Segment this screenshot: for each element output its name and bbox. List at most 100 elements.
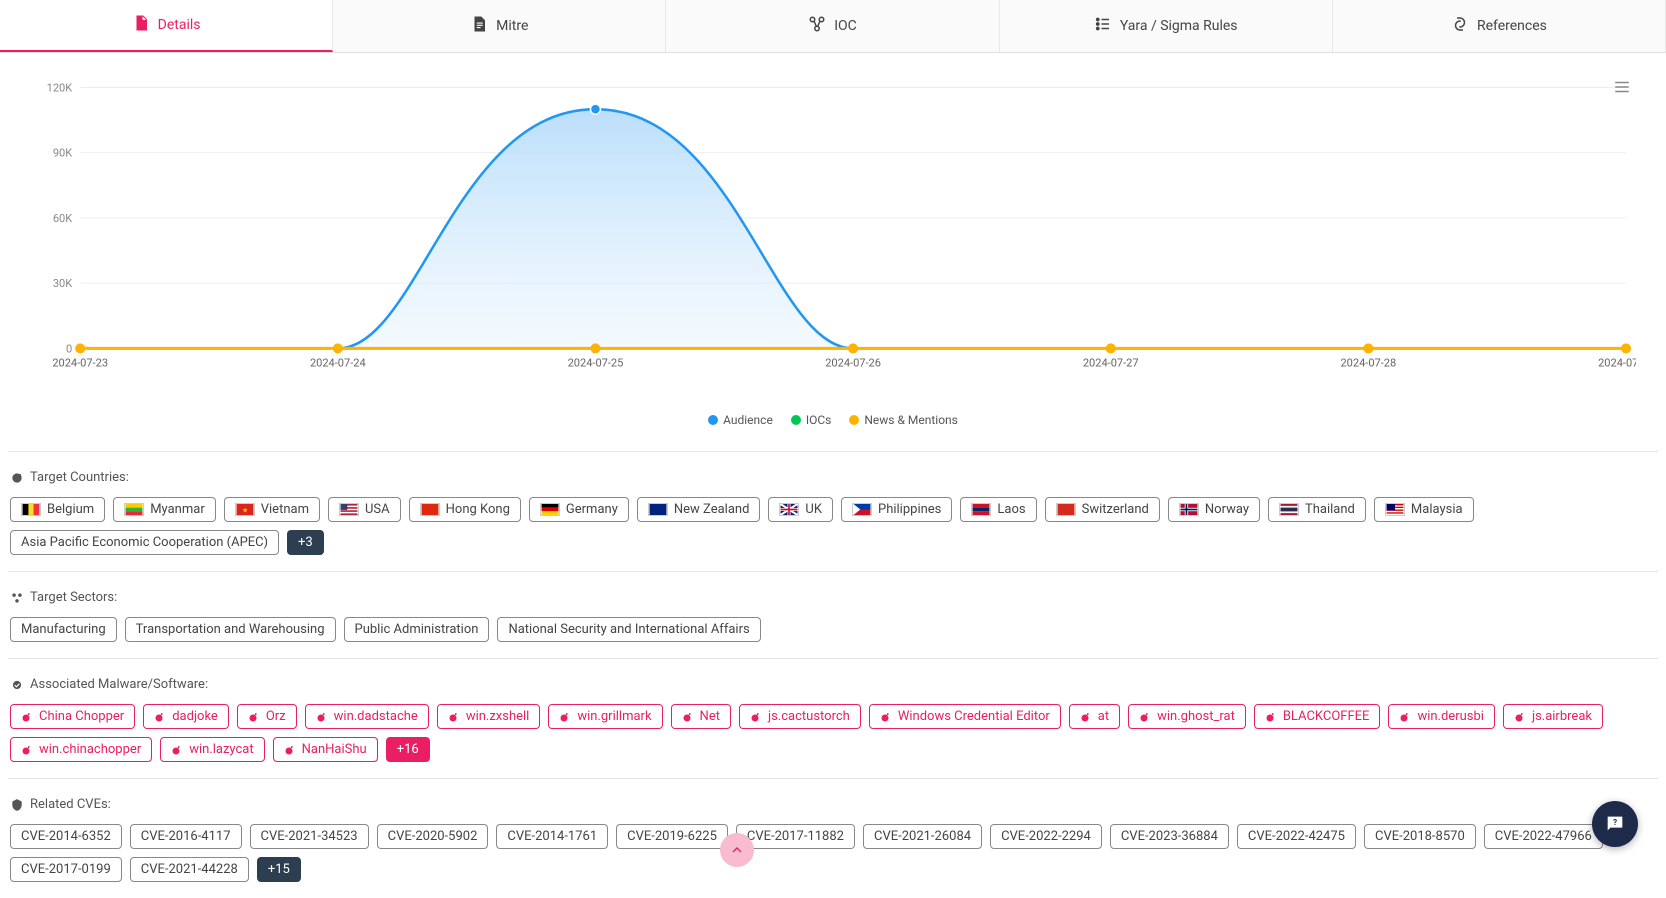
cve-tag[interactable]: CVE-2021-44228	[130, 857, 249, 882]
malware-label: win.grillmark	[577, 710, 651, 723]
malware-tag[interactable]: win.chinachopper	[10, 737, 152, 762]
malware-tag[interactable]: China Chopper	[10, 704, 135, 729]
country-tag[interactable]: Hong Kong	[409, 497, 521, 522]
legend-item[interactable]: Audience	[708, 413, 773, 427]
malware-tag[interactable]: js.airbreak	[1503, 704, 1603, 729]
legend-item[interactable]: News & Mentions	[849, 413, 958, 427]
malware-tag[interactable]: js.cactustorch	[739, 704, 861, 729]
country-tag[interactable]: Norway	[1168, 497, 1260, 522]
section-title-text: Associated Malware/Software:	[30, 677, 208, 692]
cve-tag[interactable]: CVE-2019-6225	[616, 824, 728, 849]
malware-tag[interactable]: dadjoke	[143, 704, 229, 729]
flag-icon	[648, 503, 668, 516]
mitre-icon	[470, 15, 488, 37]
tab-details[interactable]: Details	[0, 0, 333, 52]
malware-label: win.ghost_rat	[1157, 710, 1235, 723]
tab-yara[interactable]: Yara / Sigma Rules	[1000, 0, 1333, 52]
country-tag[interactable]: Belgium	[10, 497, 105, 522]
country-tag[interactable]: Asia Pacific Economic Cooperation (APEC)	[10, 530, 279, 555]
cve-tag[interactable]: CVE-2017-0199	[10, 857, 122, 882]
country-tag[interactable]: Thailand	[1268, 497, 1366, 522]
country-tag[interactable]: UK	[768, 497, 833, 522]
bomb-icon	[1514, 711, 1526, 723]
flag-icon	[339, 503, 359, 516]
sector-tag[interactable]: Manufacturing	[10, 617, 117, 642]
malware-tag[interactable]: win.derusbi	[1388, 704, 1495, 729]
bomb-icon	[154, 711, 166, 723]
cve-tag[interactable]: CVE-2021-26084	[863, 824, 982, 849]
flag-icon	[1385, 503, 1405, 516]
cve-tag[interactable]: CVE-2022-42475	[1237, 824, 1356, 849]
legend-item[interactable]: IOCs	[791, 413, 832, 427]
country-tag[interactable]: Philippines	[841, 497, 952, 522]
country-tag[interactable]: USA	[328, 497, 401, 522]
cve-tag[interactable]: CVE-2018-8570	[1364, 824, 1476, 849]
cve-tag[interactable]: CVE-2020-5902	[377, 824, 489, 849]
malware-label: Net	[700, 710, 720, 723]
tab-ioc[interactable]: IOC	[666, 0, 999, 52]
sector-tag[interactable]: Public Administration	[344, 617, 490, 642]
country-tag[interactable]: Laos	[960, 497, 1036, 522]
section-title-cves: Related CVEs:	[8, 797, 1658, 812]
country-tag[interactable]: ★Vietnam	[224, 497, 320, 522]
country-tag[interactable]: Malaysia	[1374, 497, 1474, 522]
country-tag[interactable]: Myanmar	[113, 497, 216, 522]
help-button[interactable]: ?	[1592, 801, 1638, 847]
flag-icon	[852, 503, 872, 516]
svg-text:90K: 90K	[53, 147, 72, 160]
country-label: Hong Kong	[446, 503, 510, 516]
cve-tag[interactable]: CVE-2017-11882	[736, 824, 855, 849]
svg-text:2024-07-28: 2024-07-28	[1340, 356, 1396, 369]
cves-more[interactable]: +15	[257, 857, 301, 882]
malware-tag[interactable]: at	[1069, 704, 1120, 729]
cve-tag[interactable]: CVE-2014-6352	[10, 824, 122, 849]
country-label: Thailand	[1305, 503, 1355, 516]
country-tag[interactable]: New Zealand	[637, 497, 761, 522]
cve-tag[interactable]: CVE-2023-36884	[1110, 824, 1229, 849]
flag-icon	[1279, 503, 1299, 516]
country-tag[interactable]: Germany	[529, 497, 629, 522]
chart-menu-icon[interactable]	[1613, 78, 1631, 100]
malware-tag[interactable]: Net	[671, 704, 731, 729]
section-title-text: Target Sectors:	[30, 590, 117, 605]
sector-tag[interactable]: National Security and International Affa…	[497, 617, 760, 642]
flag-icon	[779, 503, 799, 516]
malware-label: win.dadstache	[334, 710, 418, 723]
country-label: Germany	[566, 503, 618, 516]
malware-tag[interactable]: NanHaiShu	[273, 737, 378, 762]
country-label: Myanmar	[150, 503, 205, 516]
malware-tag-row: China Chopper dadjoke Orz win.dadstache win.…	[8, 704, 1658, 762]
cve-tag[interactable]: CVE-2022-47966	[1484, 824, 1603, 849]
refs-icon	[1451, 15, 1469, 37]
svg-text:0: 0	[66, 342, 72, 355]
bomb-icon	[750, 711, 762, 723]
malware-more[interactable]: +16	[386, 737, 430, 762]
countries-more[interactable]: +3	[287, 530, 324, 555]
legend-label: Audience	[723, 413, 773, 427]
cve-tag[interactable]: CVE-2014-1761	[496, 824, 608, 849]
country-label: Belgium	[47, 503, 94, 516]
countries-tag-row: Belgium Myanmar ★Vietnam USA Hong Kong German…	[8, 497, 1658, 555]
malware-label: China Chopper	[39, 710, 124, 723]
malware-tag[interactable]: win.ghost_rat	[1128, 704, 1246, 729]
sector-tag[interactable]: Transportation and Warehousing	[125, 617, 336, 642]
malware-tag[interactable]: win.lazycat	[160, 737, 264, 762]
tab-label: IOC	[834, 18, 857, 34]
cve-tag[interactable]: CVE-2021-34523	[250, 824, 369, 849]
tab-mitre[interactable]: Mitre	[333, 0, 666, 52]
malware-tag[interactable]: win.dadstache	[305, 704, 429, 729]
cve-tag[interactable]: CVE-2016-4117	[130, 824, 242, 849]
scroll-top-button[interactable]	[720, 833, 754, 867]
flag-icon	[21, 503, 41, 516]
malware-tag[interactable]: win.zxshell	[437, 704, 541, 729]
flag-icon: ★	[235, 503, 255, 516]
malware-tag[interactable]: Windows Credential Editor	[869, 704, 1061, 729]
country-tag[interactable]: Switzerland	[1045, 497, 1160, 522]
malware-tag[interactable]: Orz	[237, 704, 297, 729]
malware-tag[interactable]: BLACKCOFFEE	[1254, 704, 1381, 729]
malware-tag[interactable]: win.grillmark	[548, 704, 662, 729]
cve-tag[interactable]: CVE-2022-2294	[990, 824, 1102, 849]
tab-refs[interactable]: References	[1333, 0, 1666, 52]
details-icon	[132, 14, 150, 36]
ioc-icon	[808, 15, 826, 37]
